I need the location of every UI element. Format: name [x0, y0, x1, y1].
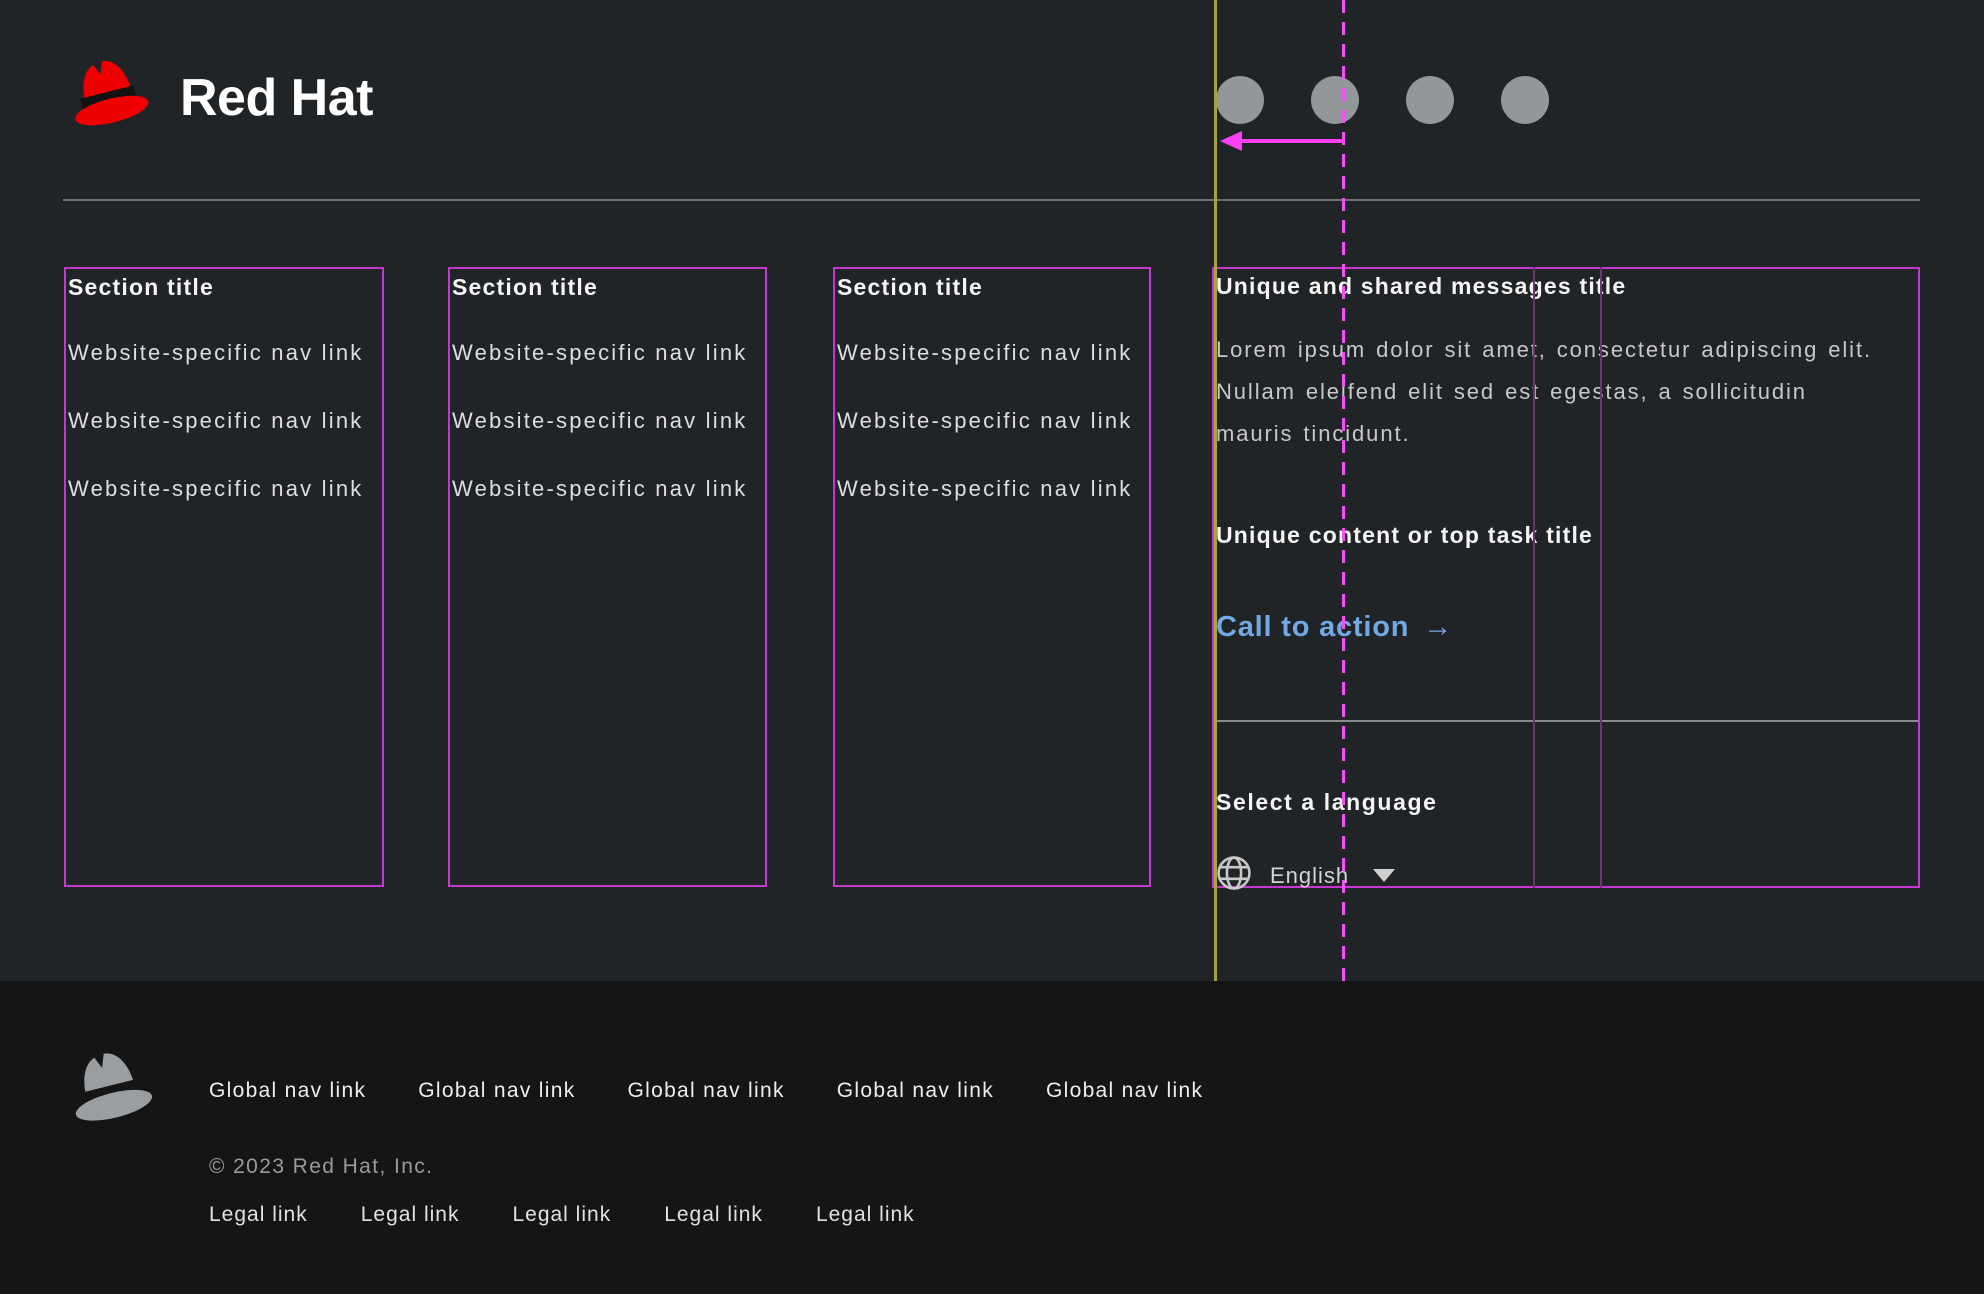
- website-nav-link[interactable]: Website-specific nav link: [837, 475, 1143, 503]
- website-nav-link[interactable]: Website-specific nav link: [68, 339, 376, 367]
- global-nav-link[interactable]: Global nav link: [1046, 1076, 1203, 1106]
- section-title: Section title: [837, 273, 1143, 301]
- content-title: Unique content or top task title: [1216, 521, 1593, 549]
- body-line: mauris tincidunt.: [1216, 413, 1872, 455]
- message-panel-body: Lorem ipsum dolor sit amet, consectetur …: [1216, 329, 1872, 455]
- global-nav-link[interactable]: Global nav link: [837, 1076, 994, 1106]
- message-panel-title: Unique and shared messages title: [1216, 272, 1626, 300]
- nav-column: Section title Website-specific nav link …: [448, 267, 767, 887]
- header-divider: [63, 199, 1920, 201]
- website-nav-link[interactable]: Website-specific nav link: [452, 475, 759, 503]
- nav-column: Section title Website-specific nav link …: [833, 267, 1151, 887]
- redhat-hat-logo[interactable]: [62, 1047, 162, 1136]
- globe-icon: [1216, 855, 1252, 896]
- website-nav-link[interactable]: Website-specific nav link: [837, 339, 1143, 367]
- redhat-fedora-icon: [62, 54, 158, 141]
- body-line: Nullam eleifend elit sed est egestas, a …: [1216, 371, 1872, 413]
- body-line: Lorem ipsum dolor sit amet, consectetur …: [1216, 329, 1872, 371]
- legal-link[interactable]: Legal link: [512, 1201, 611, 1229]
- language-value: English: [1270, 861, 1349, 891]
- legal-links-row: Legal link Legal link Legal link Legal l…: [209, 1201, 915, 1229]
- global-footer: Global nav link Global nav link Global n…: [0, 981, 1984, 1294]
- copyright-text: © 2023 Red Hat, Inc.: [209, 1153, 433, 1181]
- website-nav-link[interactable]: Website-specific nav link: [452, 339, 759, 367]
- arrow-right-icon: →: [1423, 610, 1453, 644]
- section-title: Section title: [68, 273, 376, 301]
- global-nav-link[interactable]: Global nav link: [418, 1076, 575, 1106]
- legal-link[interactable]: Legal link: [361, 1201, 460, 1229]
- legal-link[interactable]: Legal link: [209, 1201, 308, 1229]
- page: Red Hat Section title Website-specific n…: [0, 0, 1984, 1294]
- global-nav-row: Global nav link Global nav link Global n…: [209, 1076, 1203, 1106]
- social-icon-placeholder[interactable]: [1311, 76, 1359, 124]
- cta-label: Call to action: [1216, 610, 1409, 644]
- legal-link[interactable]: Legal link: [816, 1201, 915, 1229]
- social-icons-row: [1216, 76, 1549, 124]
- panel-divider: [1214, 720, 1918, 722]
- section-title: Section title: [452, 273, 759, 301]
- website-nav-link[interactable]: Website-specific nav link: [837, 407, 1143, 435]
- website-nav-link[interactable]: Website-specific nav link: [68, 407, 376, 435]
- social-icon-placeholder[interactable]: [1216, 76, 1264, 124]
- global-nav-link[interactable]: Global nav link: [628, 1076, 785, 1106]
- legal-link[interactable]: Legal link: [664, 1201, 763, 1229]
- grid-guide-purple-line: [1533, 267, 1535, 888]
- social-icon-placeholder[interactable]: [1501, 76, 1549, 124]
- website-nav-link[interactable]: Website-specific nav link: [68, 475, 376, 503]
- redhat-logo[interactable]: Red Hat: [62, 54, 373, 141]
- global-nav-link[interactable]: Global nav link: [209, 1076, 366, 1106]
- brand-wordmark: Red Hat: [180, 72, 373, 124]
- nav-column: Section title Website-specific nav link …: [64, 267, 384, 887]
- grid-guide-purple-line: [1600, 267, 1602, 888]
- language-heading: Select a language: [1216, 788, 1438, 816]
- language-selector[interactable]: English: [1216, 855, 1395, 896]
- message-panel: Unique and shared messages title Lorem i…: [1212, 267, 1920, 888]
- spacing-arrow-icon: [1216, 127, 1348, 160]
- social-icon-placeholder[interactable]: [1406, 76, 1454, 124]
- chevron-down-icon: [1373, 869, 1395, 882]
- website-nav-link[interactable]: Website-specific nav link: [452, 407, 759, 435]
- call-to-action-link[interactable]: Call to action →: [1216, 610, 1453, 644]
